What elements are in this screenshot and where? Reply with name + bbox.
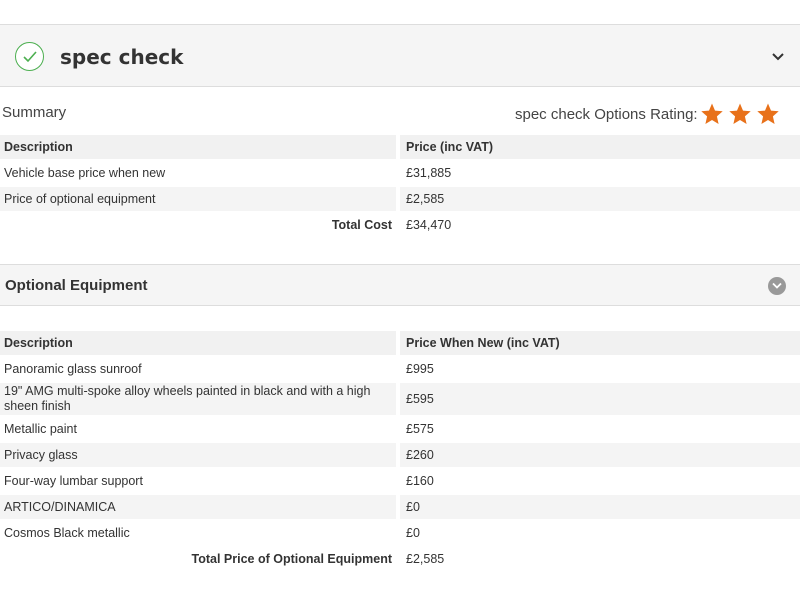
star-icon — [757, 103, 779, 124]
total-value: £2,585 — [400, 547, 800, 571]
summary-table: Description Price (inc VAT) Vehicle base… — [0, 133, 800, 239]
column-header: Price When New (inc VAT) — [400, 331, 800, 355]
optional-equipment-header[interactable]: Optional Equipment — [0, 264, 800, 306]
table-row: Privacy glass £260 — [0, 443, 800, 467]
table-row: Cosmos Black metallic £0 — [0, 521, 800, 545]
row-price: £2,585 — [400, 187, 800, 211]
row-price: £160 — [400, 469, 800, 493]
rating-stars — [700, 102, 780, 126]
row-description: ARTICO/DINAMICA — [0, 495, 400, 519]
table-row: Vehicle base price when new £31,885 — [0, 161, 800, 185]
total-row: Total Price of Optional Equipment £2,585 — [0, 547, 800, 571]
row-description: Panoramic glass sunroof — [0, 357, 400, 381]
star-icon — [729, 103, 751, 124]
optional-equipment-table: Description Price When New (inc VAT) Pan… — [0, 329, 800, 573]
column-header: Description — [0, 135, 400, 159]
table-row: Metallic paint £575 — [0, 417, 800, 441]
row-price: £595 — [400, 383, 800, 415]
row-description: Vehicle base price when new — [0, 161, 400, 185]
column-header: Price (inc VAT) — [400, 135, 800, 159]
row-price: £260 — [400, 443, 800, 467]
total-row: Total Cost £34,470 — [0, 213, 800, 237]
table-row: 19" AMG multi-spoke alloy wheels painted… — [0, 383, 800, 415]
spec-check-header[interactable]: spec check — [0, 24, 800, 87]
row-price: £31,885 — [400, 161, 800, 185]
row-price: £575 — [400, 417, 800, 441]
row-description: Metallic paint — [0, 417, 400, 441]
row-description: Four-way lumbar support — [0, 469, 400, 493]
total-label: Total Price of Optional Equipment — [0, 547, 400, 571]
table-header-row: Description Price (inc VAT) — [0, 135, 800, 159]
check-circle-icon — [15, 42, 44, 71]
total-label: Total Cost — [0, 213, 400, 237]
row-description: Privacy glass — [0, 443, 400, 467]
row-description: Price of optional equipment — [0, 187, 400, 211]
total-value: £34,470 — [400, 213, 800, 237]
star-icon — [701, 103, 723, 124]
rating-label: spec check Options Rating: — [515, 106, 698, 123]
row-price: £0 — [400, 521, 800, 545]
chevron-down-circle-icon[interactable] — [768, 277, 786, 295]
table-row: Four-way lumbar support £160 — [0, 469, 800, 493]
table-row: Price of optional equipment £2,585 — [0, 187, 800, 211]
chevron-down-icon[interactable] — [771, 49, 785, 67]
row-price: £0 — [400, 495, 800, 519]
section-title: Optional Equipment — [5, 277, 148, 294]
row-description: Cosmos Black metallic — [0, 521, 400, 545]
summary-heading: Summary — [2, 104, 67, 121]
table-row: ARTICO/DINAMICA £0 — [0, 495, 800, 519]
table-row: Panoramic glass sunroof £995 — [0, 357, 800, 381]
column-header: Description — [0, 331, 400, 355]
table-header-row: Description Price When New (inc VAT) — [0, 331, 800, 355]
page-title: spec check — [60, 45, 184, 69]
row-price: £995 — [400, 357, 800, 381]
row-description: 19" AMG multi-spoke alloy wheels painted… — [0, 383, 400, 415]
